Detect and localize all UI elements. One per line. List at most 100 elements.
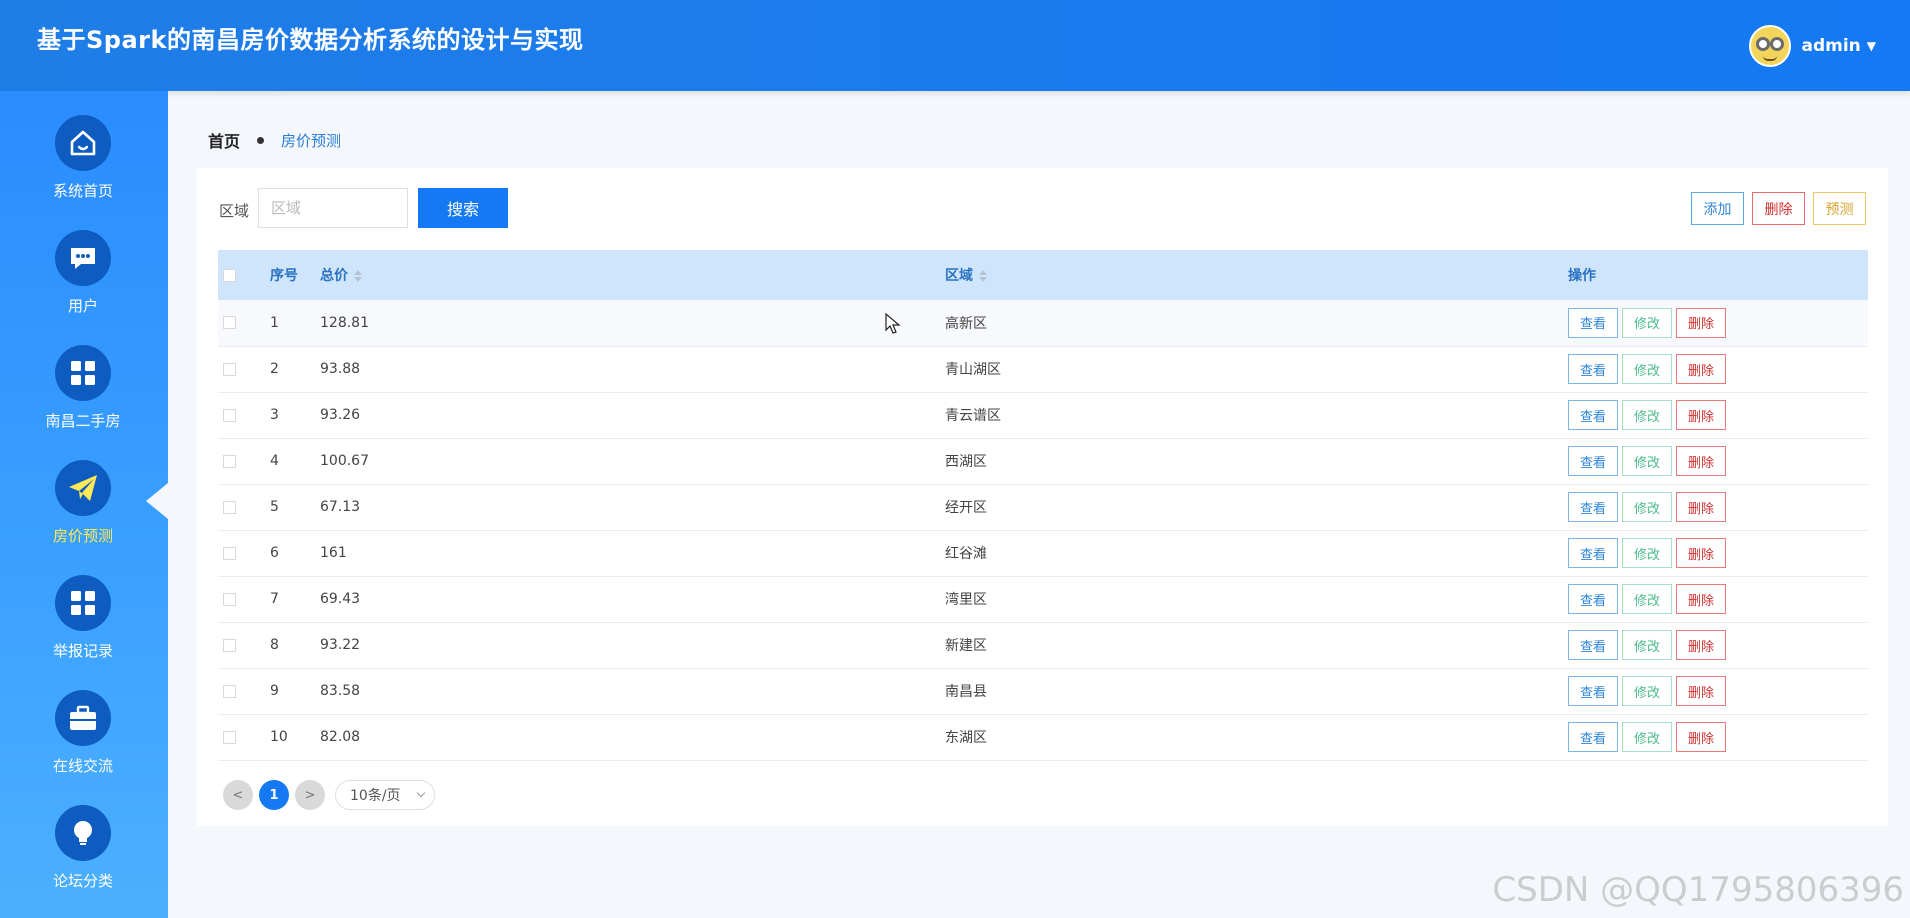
edit-button[interactable]: 修改: [1622, 307, 1672, 338]
delete-button[interactable]: 删除: [1676, 492, 1726, 522]
column-header-district[interactable]: 区域: [945, 250, 1568, 300]
view-button[interactable]: 查看: [1568, 630, 1618, 660]
cell-index: 5: [270, 499, 279, 515]
cell-district: 西湖区: [945, 454, 987, 470]
view-button[interactable]: 查看: [1568, 676, 1618, 706]
briefcase-icon: [55, 690, 111, 746]
cell-total-price: 93.22: [320, 637, 361, 653]
cell-total-price: 69.43: [320, 591, 361, 607]
sort-icon[interactable]: [354, 270, 362, 282]
sidebar-item-label: 用户: [67, 297, 98, 315]
sidebar-item-home[interactable]: 系统首页: [0, 115, 168, 225]
table-row: 9 83.58 南昌县 查看 修改 删除: [218, 668, 1868, 714]
cell-operations: 查看 修改 删除: [1568, 300, 1868, 346]
view-button[interactable]: 查看: [1568, 307, 1618, 338]
cell-total-price: 93.26: [320, 407, 361, 423]
view-button[interactable]: 查看: [1568, 538, 1618, 568]
delete-button[interactable]: 删除: [1676, 400, 1726, 430]
user-name[interactable]: admin: [1801, 36, 1860, 56]
home-icon: [55, 115, 111, 171]
row-checkbox[interactable]: [223, 684, 236, 698]
delete-button[interactable]: 删除: [1676, 584, 1726, 614]
predict-button[interactable]: 预测: [1813, 192, 1866, 225]
table-row: 3 93.26 青云谱区 查看 修改 删除: [218, 392, 1868, 438]
edit-button[interactable]: 修改: [1622, 400, 1672, 430]
edit-button[interactable]: 修改: [1622, 676, 1672, 706]
chat-icon: [55, 230, 111, 286]
cell-index: 10: [270, 729, 288, 745]
cell-district: 南昌县: [945, 684, 987, 700]
delete-button[interactable]: 删除: [1676, 538, 1726, 568]
column-header-total-price[interactable]: 总价: [320, 250, 945, 300]
edit-button[interactable]: 修改: [1622, 354, 1672, 384]
search-input[interactable]: [258, 188, 408, 228]
view-button[interactable]: 查看: [1568, 722, 1618, 752]
delete-button[interactable]: 删除: [1676, 354, 1726, 384]
edit-button[interactable]: 修改: [1622, 584, 1672, 614]
caret-down-icon[interactable]: ▼: [1867, 39, 1876, 53]
batch-delete-button[interactable]: 删除: [1752, 192, 1805, 225]
breadcrumb-home[interactable]: 首页: [208, 128, 240, 152]
sidebar-item-label: 房价预测: [52, 527, 113, 545]
edit-button[interactable]: 修改: [1622, 446, 1672, 476]
add-button[interactable]: 添加: [1691, 192, 1744, 225]
sidebar-item-nanchang-secondhand[interactable]: 南昌二手房: [0, 345, 168, 455]
app-title: 基于Spark的南昌房价数据分析系统的设计与实现: [37, 26, 584, 54]
sidebar-item-online-chat[interactable]: 在线交流: [0, 690, 168, 800]
prev-page-button[interactable]: <: [223, 780, 253, 810]
cell-district: 青云谱区: [945, 408, 1001, 424]
top-bar: 基于Spark的南昌房价数据分析系统的设计与实现 admin ▼: [0, 0, 1910, 91]
row-checkbox[interactable]: [223, 454, 236, 468]
lightbulb-icon: [55, 805, 111, 861]
sidebar: 系统首页 用户 南昌二手房 房价预测 举报记录 在线交流 论坛分类: [0, 91, 168, 918]
row-checkbox[interactable]: [223, 730, 236, 744]
view-button[interactable]: 查看: [1568, 400, 1618, 430]
row-checkbox[interactable]: [223, 362, 236, 376]
user-menu[interactable]: admin ▼: [1749, 24, 1876, 68]
sort-icon[interactable]: [979, 270, 987, 282]
cell-operations: 查看 修改 删除: [1568, 438, 1868, 484]
delete-button[interactable]: 删除: [1676, 722, 1726, 752]
breadcrumb-separator: [257, 136, 265, 144]
edit-button[interactable]: 修改: [1622, 630, 1672, 660]
delete-button[interactable]: 删除: [1676, 630, 1726, 660]
page-size-select[interactable]: 10条/页: [335, 780, 435, 810]
avatar[interactable]: [1749, 25, 1792, 67]
chevron-down-icon: [416, 788, 426, 798]
delete-button[interactable]: 删除: [1676, 446, 1726, 476]
row-checkbox[interactable]: [223, 316, 236, 330]
row-checkbox[interactable]: [223, 546, 236, 560]
sidebar-item-users[interactable]: 用户: [0, 230, 168, 340]
delete-button[interactable]: 删除: [1676, 307, 1726, 338]
search-button[interactable]: 搜索: [418, 188, 508, 228]
table-row: 5 67.13 经开区 查看 修改 删除: [218, 484, 1868, 530]
view-button[interactable]: 查看: [1568, 446, 1618, 476]
sidebar-item-forum-category[interactable]: 论坛分类: [0, 805, 168, 915]
table-row: 4 100.67 西湖区 查看 修改 删除: [218, 438, 1868, 484]
cell-operations: 查看 修改 删除: [1568, 530, 1868, 576]
sidebar-item-price-prediction[interactable]: 房价预测: [0, 460, 168, 570]
sidebar-item-label: 南昌二手房: [45, 412, 121, 430]
page-number-button[interactable]: 1: [259, 780, 289, 810]
breadcrumb-current: 房价预测: [281, 131, 342, 150]
row-checkbox[interactable]: [223, 638, 236, 652]
next-page-button[interactable]: >: [295, 780, 325, 810]
cell-district: 东湖区: [945, 730, 987, 746]
edit-button[interactable]: 修改: [1622, 722, 1672, 752]
edit-button[interactable]: 修改: [1622, 538, 1672, 568]
column-header-operations: 操作: [1568, 268, 1596, 284]
select-all-checkbox[interactable]: [223, 268, 236, 282]
cell-district: 红谷滩: [945, 546, 987, 562]
edit-button[interactable]: 修改: [1622, 492, 1672, 522]
row-checkbox[interactable]: [223, 500, 236, 514]
view-button[interactable]: 查看: [1568, 354, 1618, 384]
sidebar-item-reports[interactable]: 举报记录: [0, 575, 168, 685]
view-button[interactable]: 查看: [1568, 584, 1618, 614]
delete-button[interactable]: 删除: [1676, 676, 1726, 706]
row-checkbox[interactable]: [223, 408, 236, 422]
row-checkbox[interactable]: [223, 592, 236, 606]
sidebar-item-label: 在线交流: [52, 757, 113, 775]
cell-district: 新建区: [945, 638, 987, 654]
table-row: 1 128.81 高新区 查看 修改 删除: [218, 300, 1868, 346]
view-button[interactable]: 查看: [1568, 492, 1618, 522]
